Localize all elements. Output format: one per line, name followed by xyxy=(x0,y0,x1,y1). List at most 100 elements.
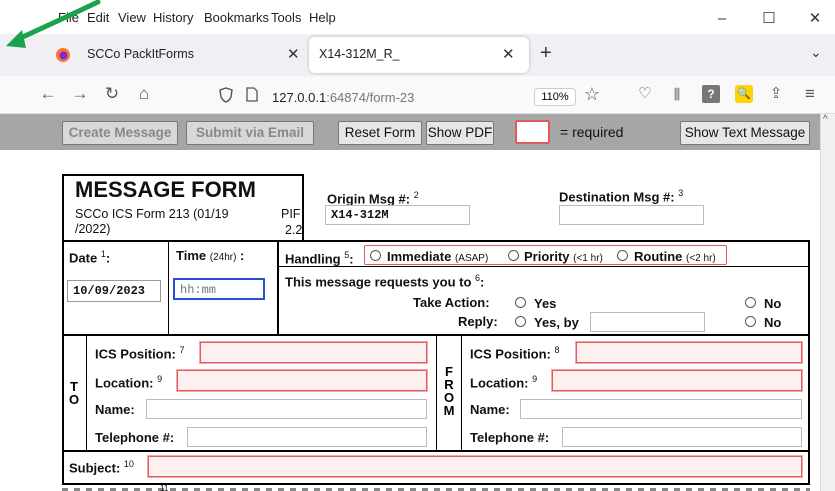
new-tab-button[interactable]: + xyxy=(540,42,552,65)
immediate-label: Immediate (ASAP) xyxy=(387,249,489,264)
pif-label: PIF xyxy=(281,207,301,221)
submit-email-button[interactable]: Submit via Email xyxy=(186,121,314,145)
url-path: :64874/form-23 xyxy=(326,90,415,105)
immediate-radio[interactable] xyxy=(370,250,381,261)
to-location-label: Location: 9 xyxy=(95,374,163,391)
reload-icon[interactable]: ↻ xyxy=(100,84,124,104)
shield-icon[interactable] xyxy=(219,87,233,103)
show-pdf-button[interactable]: Show PDF xyxy=(426,121,494,145)
handling-label: Handling 5: xyxy=(285,250,354,267)
subject-input[interactable] xyxy=(148,456,802,477)
reply-by-input[interactable] xyxy=(590,312,705,332)
required-legend-swatch xyxy=(515,120,550,144)
to-ics-position-number: 7 xyxy=(179,345,185,355)
annotation-arrow-icon xyxy=(6,0,101,48)
origin-msg-label: Origin Msg #: 2 xyxy=(327,190,419,207)
create-message-button[interactable]: Create Message xyxy=(62,121,178,145)
menu-help[interactable]: Help xyxy=(309,10,336,25)
immediate-note: (ASAP) xyxy=(454,253,489,264)
from-location-label: Location: 9 xyxy=(470,374,538,391)
reset-form-button[interactable]: Reset Form xyxy=(338,121,422,145)
hamburger-menu-icon[interactable]: ≡ xyxy=(798,84,822,104)
date-number: 1 xyxy=(100,249,106,259)
requests-number: 6 xyxy=(475,273,481,283)
list-tabs-icon[interactable]: ⌄ xyxy=(810,44,822,61)
reply-no-radio[interactable] xyxy=(745,316,756,327)
show-text-message-button[interactable]: Show Text Message xyxy=(680,121,810,145)
from-location-number: 9 xyxy=(532,374,538,384)
url-text[interactable]: 127.0.0.1:64874/form-23 xyxy=(272,90,414,105)
to-side-label: TO xyxy=(68,379,80,407)
routine-radio[interactable] xyxy=(617,250,628,261)
routine-note: (<2 hr) xyxy=(686,253,716,264)
maximize-button[interactable]: ☐ xyxy=(749,6,789,32)
routine-label: Routine (<2 hr) xyxy=(634,249,716,264)
form-subtitle: SCCo ICS Form 213 (01/19 /2022) xyxy=(75,207,229,236)
requests-label: This message requests you to 6: xyxy=(285,273,485,290)
to-ics-position-label: ICS Position: 7 xyxy=(95,345,185,362)
from-ics-position-label: ICS Position: 8 xyxy=(470,345,560,362)
pif-value: 2.2 xyxy=(285,223,303,237)
time-unit: (24hr) xyxy=(209,252,237,263)
origin-msg-number: 2 xyxy=(413,190,419,200)
destination-msg-input[interactable] xyxy=(559,205,704,225)
scroll-up-icon[interactable]: ^ xyxy=(823,114,828,125)
take-action-yes-radio[interactable] xyxy=(515,297,526,308)
bookmark-star-icon[interactable]: ☆ xyxy=(580,84,604,104)
from-telephone-input[interactable] xyxy=(562,427,802,447)
to-location-input[interactable] xyxy=(177,370,427,391)
reply-no-label: No xyxy=(764,315,782,330)
handling-number: 5 xyxy=(344,250,350,260)
to-name-input[interactable] xyxy=(146,399,427,419)
priority-radio[interactable] xyxy=(508,250,519,261)
reply-yes-by-label: Yes, by xyxy=(534,315,579,330)
tab-close-icon[interactable]: ✕ xyxy=(287,45,300,63)
extension-help-icon[interactable]: ? xyxy=(702,85,720,103)
extension-search-icon[interactable]: 🔍 xyxy=(735,85,753,103)
date-label: Date 1: xyxy=(69,249,111,266)
close-window-button[interactable]: ✕ xyxy=(795,6,835,32)
origin-msg-input[interactable]: X14-312M xyxy=(325,205,470,225)
navigation-bar: ← → ↻ ⌂ 127.0.0.1:64874/form-23 110% ☆ ♡… xyxy=(0,76,835,114)
from-location-input[interactable] xyxy=(552,370,802,391)
page-icon xyxy=(246,87,258,102)
message-form: MESSAGE FORM SCCo ICS Form 213 (01/19 /2… xyxy=(0,150,820,491)
take-action-yes-label: Yes xyxy=(534,296,557,311)
tab-x14-312m[interactable]: X14-312M_R_ ✕ xyxy=(309,37,529,73)
take-action-label: Take Action: xyxy=(413,295,490,310)
from-telephone-label: Telephone #: xyxy=(470,430,550,445)
zoom-indicator[interactable]: 110% xyxy=(534,88,576,106)
partial-row-number: 11 xyxy=(160,484,169,491)
priority-label: Priority (<1 hr) xyxy=(524,249,603,264)
to-telephone-label: Telephone #: xyxy=(95,430,175,445)
to-telephone-input[interactable] xyxy=(187,427,427,447)
from-side-label: FROM xyxy=(443,364,455,418)
tab-close-icon[interactable]: ✕ xyxy=(502,45,515,63)
time-label: Time (24hr) : xyxy=(176,248,245,263)
reply-label: Reply: xyxy=(458,314,498,329)
pocket-icon[interactable]: ♡ xyxy=(633,84,657,104)
take-action-no-radio[interactable] xyxy=(745,297,756,308)
subject-number: 10 xyxy=(123,459,134,469)
from-ics-position-input[interactable] xyxy=(576,342,802,363)
time-input[interactable]: hh:mm xyxy=(173,278,265,300)
share-icon[interactable]: ⇪ xyxy=(764,84,788,104)
page-scrollbar[interactable]: ^ xyxy=(820,114,835,491)
reply-yes-by-radio[interactable] xyxy=(515,316,526,327)
from-name-label: Name: xyxy=(470,402,510,417)
minimize-button[interactable]: – xyxy=(702,6,742,32)
from-name-input[interactable] xyxy=(520,399,802,419)
url-host: 127.0.0.1 xyxy=(272,90,327,105)
menu-tools[interactable]: Tools xyxy=(271,10,301,25)
forward-icon[interactable]: → xyxy=(68,84,92,104)
back-icon[interactable]: ← xyxy=(36,84,60,104)
subject-label: Subject: 10 xyxy=(69,459,134,476)
home-icon[interactable]: ⌂ xyxy=(132,84,156,104)
tab-label: X14-312M_R_ xyxy=(319,47,400,61)
date-input[interactable]: 10/09/2023 xyxy=(67,280,161,302)
to-ics-position-input[interactable] xyxy=(200,342,427,363)
required-legend-label: = required xyxy=(560,124,624,140)
destination-msg-label: Destination Msg #: 3 xyxy=(559,188,684,205)
take-action-no-label: No xyxy=(764,296,782,311)
library-icon[interactable]: ⫼ xyxy=(665,84,689,104)
